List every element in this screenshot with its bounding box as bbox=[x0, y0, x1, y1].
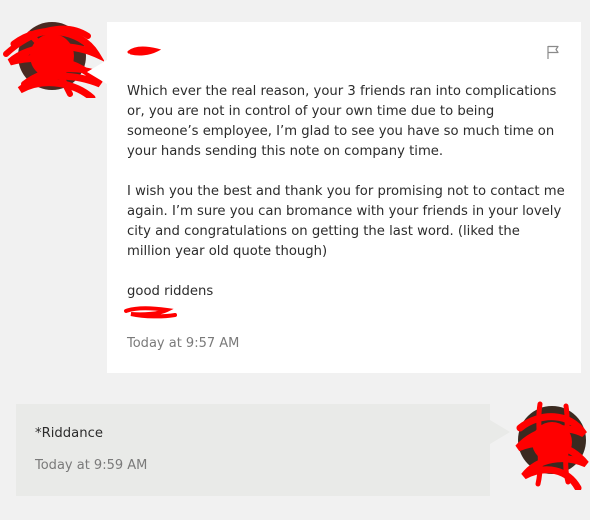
sender-avatar[interactable] bbox=[0, 14, 104, 98]
outgoing-message-bubble: *Riddance Today at 9:59 AM bbox=[16, 404, 510, 496]
reply-timestamp: Today at 9:59 AM bbox=[35, 458, 148, 473]
user-avatar[interactable] bbox=[510, 398, 590, 490]
message-body: Which ever the real reason, your 3 frien… bbox=[127, 82, 567, 302]
signature-redaction bbox=[123, 304, 179, 323]
message-paragraph: I wish you the best and thank you for pr… bbox=[127, 184, 565, 259]
incoming-message-bubble: Which ever the real reason, your 3 frien… bbox=[87, 22, 581, 373]
sender-name-redaction bbox=[127, 42, 162, 61]
flag-icon[interactable] bbox=[545, 44, 561, 60]
message-timestamp: Today at 9:57 AM bbox=[127, 336, 240, 351]
message-paragraph: good riddens bbox=[127, 284, 214, 299]
message-paragraph: Which ever the real reason, your 3 frien… bbox=[127, 84, 557, 159]
reply-text: *Riddance bbox=[35, 426, 103, 441]
